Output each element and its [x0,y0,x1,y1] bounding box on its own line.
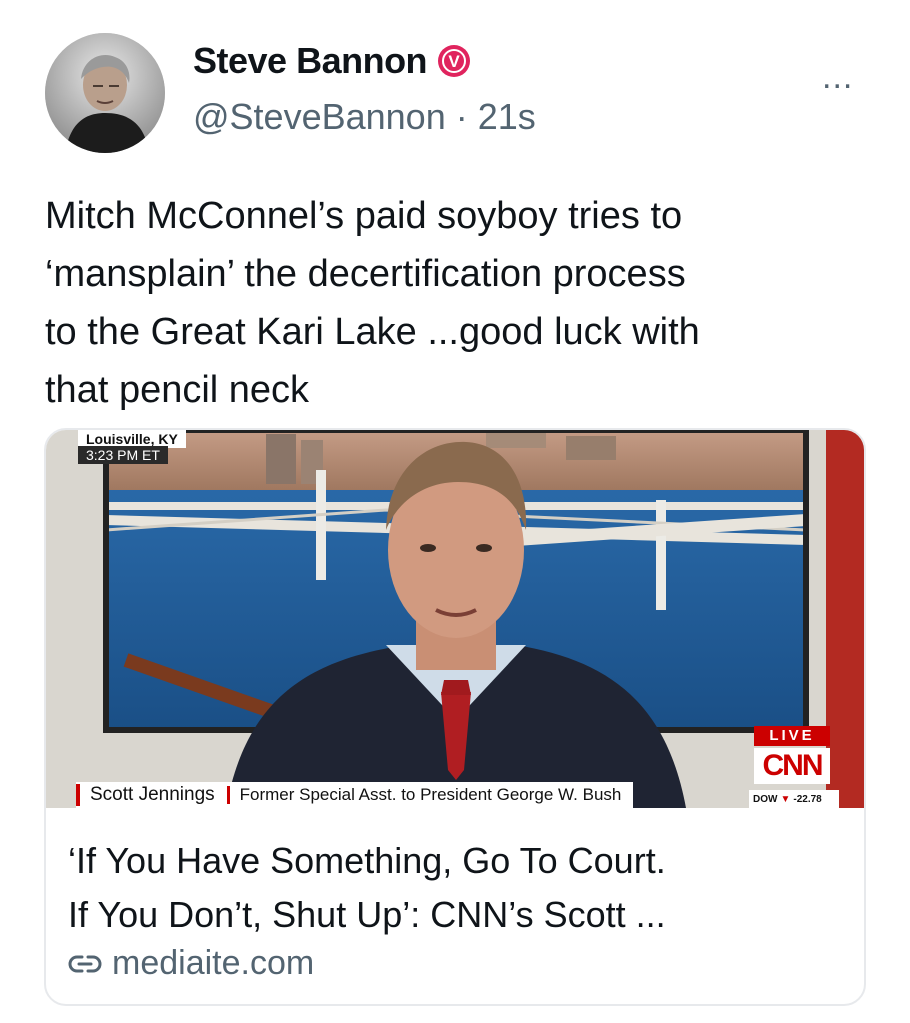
author-handle[interactable]: @SteveBannon [193,96,446,137]
avatar[interactable] [45,33,165,153]
chyron: Scott Jennings Former Special Asst. to P… [76,782,634,808]
chyron-name: Scott Jennings [90,784,215,805]
svg-text:V: V [448,52,460,71]
chyron-description: Former Special Asst. to President George… [239,785,622,804]
card-title-line: If You Don’t, Shut Up’: CNN’s Scott ... [68,894,666,935]
stock-ticker: DOW ▼ -22.78 [749,790,839,808]
card-title-line: ‘If You Have Something, Go To Court. [68,840,666,881]
tweet-line: Mitch McConnel’s paid soyboy tries to [45,195,683,237]
broadcast-time: 3:23 PM ET [78,446,168,464]
ticker-arrow: ▼ [780,793,791,805]
link-preview-card[interactable]: Louisville, KY 3:23 PM ET Scott Jennings… [44,428,866,1006]
chyron-accent [76,784,80,806]
card-domain[interactable]: mediaite.com [68,944,314,983]
author-name-row[interactable]: Steve Bannon V [193,40,471,82]
network-logo: CNN [754,748,830,784]
more-options-icon[interactable]: ... [822,58,853,97]
news-broadcast-image [46,430,864,808]
card-title[interactable]: ‘If You Have Something, Go To Court. If … [68,834,858,942]
tweet-line: that pencil neck [45,369,310,411]
tweet-line: ‘mansplain’ the decertification process [45,253,686,295]
ticker-value: -22.78 [793,793,822,805]
link-icon [68,955,102,972]
author-name[interactable]: Steve Bannon [193,40,428,82]
card-media[interactable]: Louisville, KY 3:23 PM ET Scott Jennings… [46,430,864,808]
tweet-line: to the Great Kari Lake ...good luck with [45,311,700,353]
author-handle-row: @SteveBannon · 21s [193,96,536,138]
avatar-image [45,33,165,153]
ticker-label: DOW [753,793,778,805]
tweet-text: Mitch McConnel’s paid soyboy tries to ‘m… [45,187,875,419]
verified-badge-icon: V [438,45,471,77]
card-domain-text: mediaite.com [112,944,315,982]
timestamp[interactable]: 21s [478,96,536,137]
live-badge: LIVE [754,726,830,746]
chyron-divider [226,786,230,804]
separator-dot: · [445,96,478,137]
